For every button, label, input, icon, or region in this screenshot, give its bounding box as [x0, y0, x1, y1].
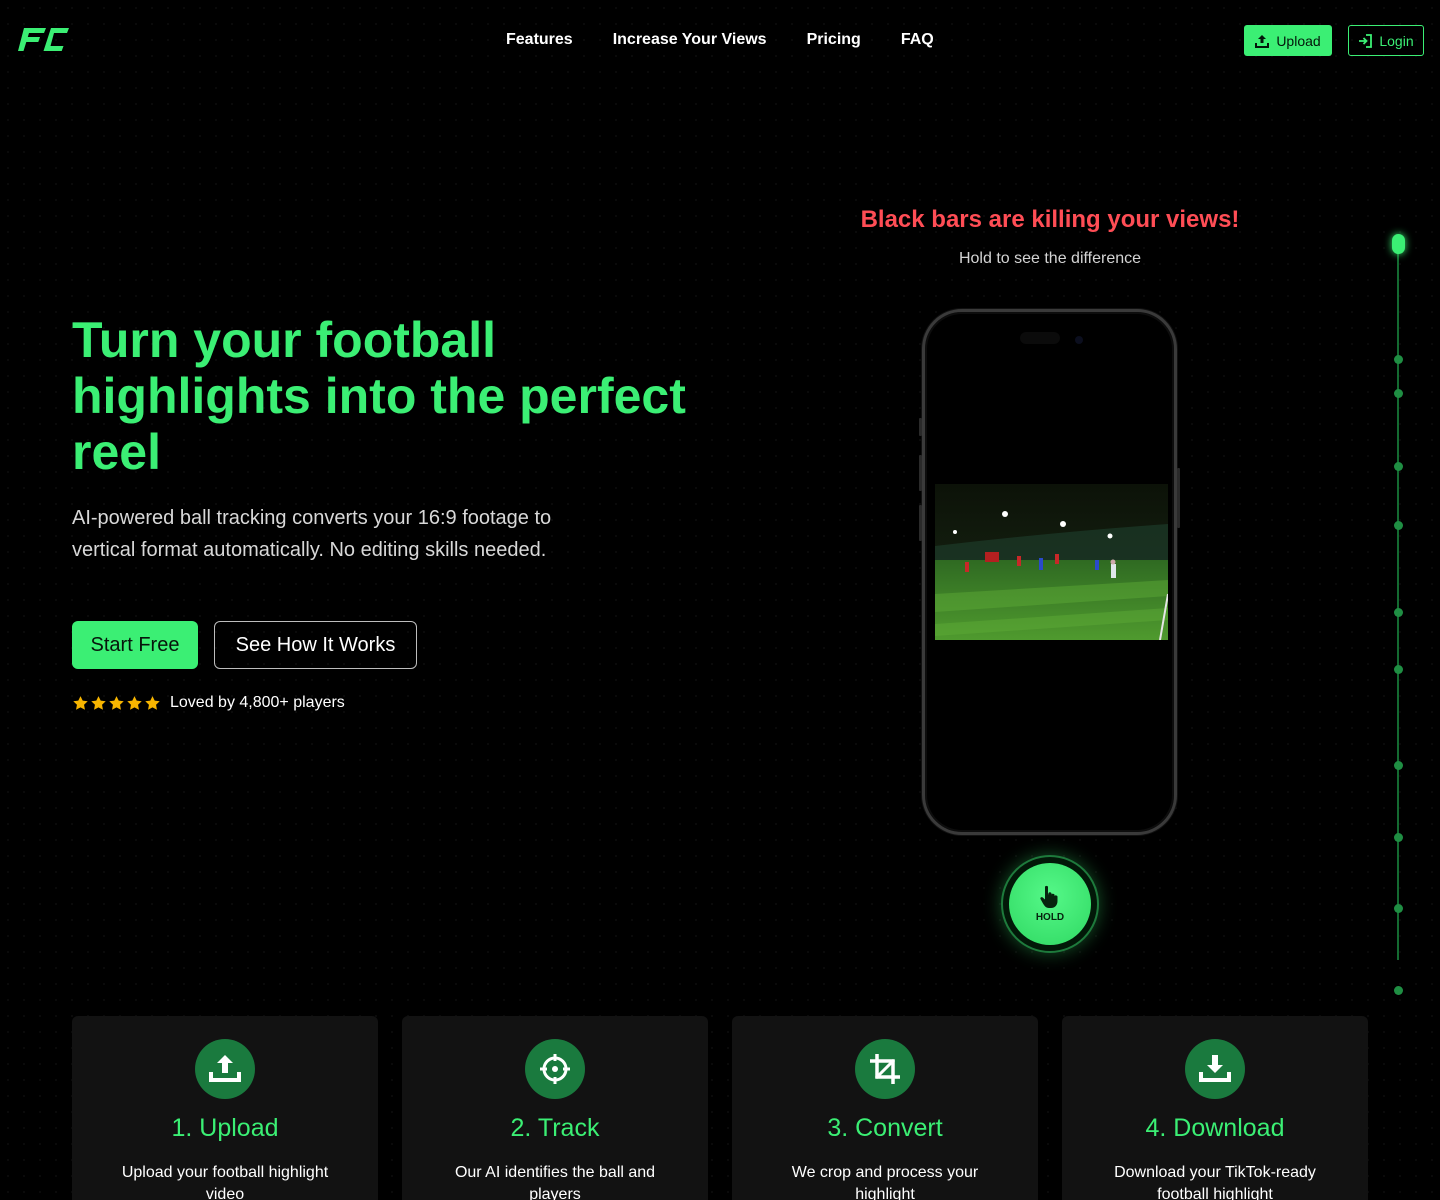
step-description: Download your TikTok-ready football high… [1114, 1164, 1316, 1200]
hero-subtitle: AI-powered ball tracking converts your 1… [72, 507, 552, 561]
football-pitch-image [935, 484, 1168, 640]
upload-button[interactable]: Upload [1244, 25, 1332, 56]
star-icon [145, 695, 160, 710]
step-card-upload: 1. Upload Upload your football highlight… [72, 1016, 378, 1200]
star-icon [127, 695, 142, 710]
upload-icon [195, 1039, 255, 1099]
scroll-progress-dot[interactable] [1394, 833, 1403, 842]
phone-volume-down [919, 505, 922, 541]
scroll-progress-dot[interactable] [1394, 389, 1403, 398]
scroll-progress-track [1397, 243, 1399, 960]
nav-faq[interactable]: FAQ [901, 31, 934, 49]
black-bars-warning: Black bars are killing your views! [860, 206, 1240, 233]
step-title: 1. Upload [171, 1114, 279, 1142]
phone-notch [1020, 332, 1060, 344]
download-icon [1185, 1039, 1245, 1099]
scroll-progress-dot[interactable] [1394, 904, 1403, 913]
phone-side-button [919, 418, 922, 436]
hero-title: Turn your football highlights into the p… [72, 312, 686, 480]
phone-mockup [922, 309, 1177, 835]
step-title: 4. Download [1145, 1114, 1285, 1142]
step-card-track: 2. Track Our AI identifies the ball and … [402, 1016, 708, 1200]
hold-label: HOLD [1035, 912, 1065, 923]
nav-increase-views[interactable]: Increase Your Views [613, 31, 767, 49]
crop-icon [855, 1039, 915, 1099]
phone-camera [1075, 336, 1083, 344]
step-card-download: 4. Download Download your TikTok-ready f… [1062, 1016, 1368, 1200]
step-description: Upload your football highlight video [121, 1164, 329, 1200]
star-icon [109, 695, 124, 710]
hold-hint: Hold to see the difference [958, 250, 1142, 267]
scroll-progress-dot[interactable] [1394, 761, 1403, 770]
scroll-progress-dot[interactable] [1394, 608, 1403, 617]
scroll-progress-dot[interactable] [1394, 986, 1403, 995]
login-icon [1359, 33, 1373, 48]
phone-power-button [1177, 468, 1180, 528]
hand-pointer-icon [1040, 885, 1058, 908]
fc-logo[interactable] [18, 26, 70, 54]
site-header: Features Increase Your Views Pricing FAQ… [0, 0, 1440, 82]
main-nav: Features Increase Your Views Pricing FAQ [506, 31, 934, 49]
scroll-progress-active-dot [1392, 234, 1405, 254]
login-button[interactable]: Login [1348, 25, 1424, 56]
scroll-progress-dot[interactable] [1394, 665, 1403, 674]
step-description: Our AI identifies the ball and players [454, 1164, 656, 1200]
upload-label: Upload [1276, 32, 1321, 49]
star-icon [73, 695, 88, 710]
upload-icon [1255, 34, 1270, 48]
scroll-progress-dot[interactable] [1394, 462, 1403, 471]
rating: Loved by 4,800+ players [72, 694, 345, 712]
nav-features[interactable]: Features [506, 31, 573, 49]
scroll-progress-dot[interactable] [1394, 521, 1403, 530]
rating-text: Loved by 4,800+ players [170, 694, 345, 711]
step-title: 3. Convert [827, 1114, 943, 1142]
phone-volume-up [919, 455, 922, 491]
star-icon [91, 695, 106, 710]
football-video-preview [935, 484, 1168, 640]
step-title: 2. Track [510, 1114, 600, 1142]
start-free-button[interactable]: Start Free [72, 621, 198, 669]
rating-stars [72, 695, 161, 712]
crosshair-icon [525, 1039, 585, 1099]
step-card-convert: 3. Convert We crop and process your high… [732, 1016, 1038, 1200]
hold-button[interactable]: HOLD [1009, 863, 1091, 945]
step-description: We crop and process your highlight [791, 1164, 979, 1200]
login-label: Login [1379, 32, 1414, 49]
nav-pricing[interactable]: Pricing [807, 31, 861, 49]
see-how-it-works-button[interactable]: See How It Works [214, 621, 417, 669]
scroll-progress-dot[interactable] [1394, 355, 1403, 364]
